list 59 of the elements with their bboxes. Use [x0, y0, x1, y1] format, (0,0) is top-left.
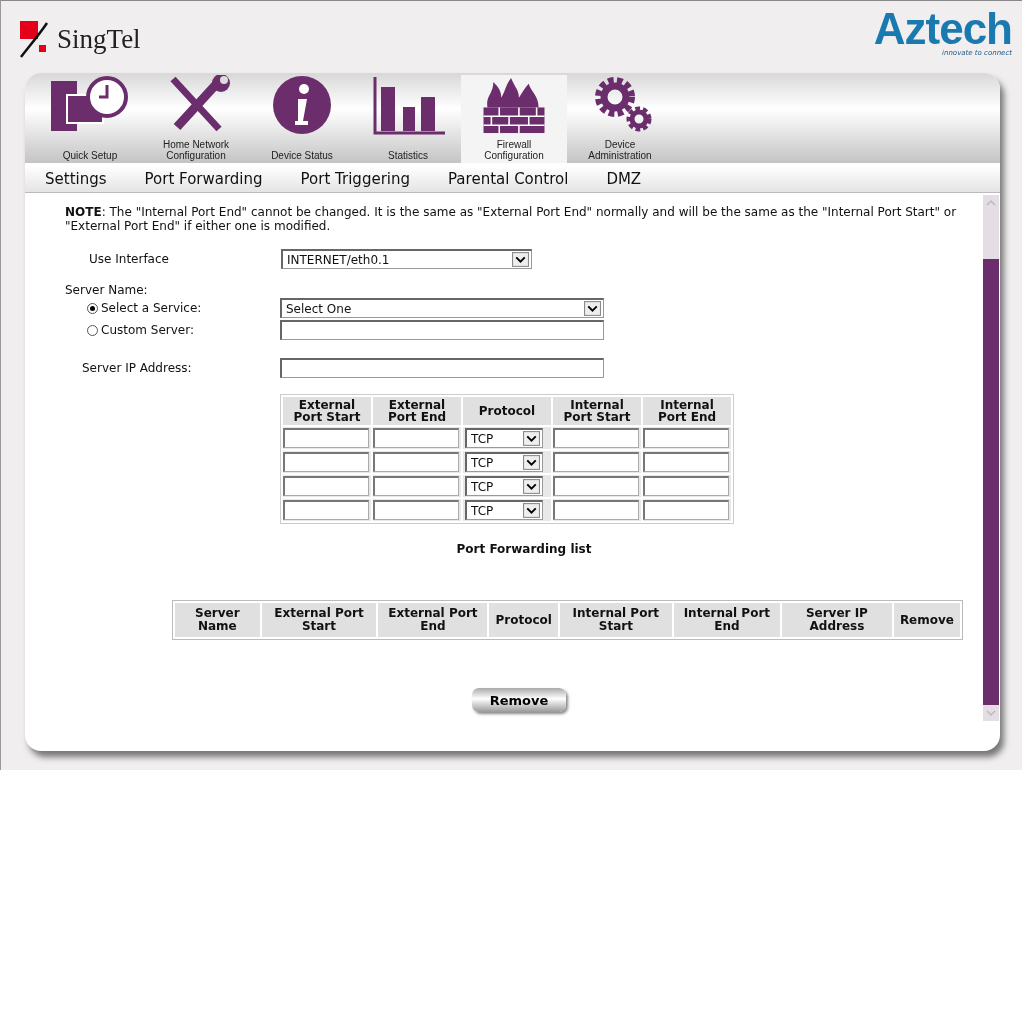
input-field[interactable]: [553, 452, 639, 472]
remove-button[interactable]: Remove: [472, 688, 566, 712]
protocol-select[interactable]: TCP: [465, 476, 543, 496]
input-field[interactable]: [373, 428, 459, 448]
main-tab[interactable]: Statistics: [355, 73, 461, 163]
sub-tab[interactable]: DMZ: [606, 170, 642, 188]
input-field[interactable]: [553, 500, 639, 520]
input-field[interactable]: [280, 358, 604, 378]
radio-option[interactable]: Select a Service:: [87, 301, 280, 315]
sub-tab[interactable]: Parental Control: [448, 170, 569, 188]
vendor-logo: Aztech: [873, 7, 1012, 51]
input-field[interactable]: [553, 476, 639, 496]
main-tab[interactable]: Firewall Configuration: [461, 75, 567, 163]
input-field[interactable]: [643, 428, 729, 448]
protocol-select[interactable]: TCP: [465, 428, 543, 448]
column-header: Server Name: [175, 603, 260, 637]
input-field[interactable]: [643, 500, 729, 520]
input-field[interactable]: [553, 428, 639, 448]
input-field[interactable]: [283, 476, 369, 496]
sub-tab[interactable]: Port Forwarding: [144, 170, 263, 188]
sub-tab[interactable]: Settings: [45, 170, 107, 188]
column-header: Internal Port End: [673, 603, 780, 637]
protocol-select[interactable]: TCP: [465, 500, 543, 520]
list-title: Port Forwarding list: [456, 542, 592, 556]
protocol-select[interactable]: TCP: [465, 452, 543, 472]
input-field[interactable]: [643, 452, 729, 472]
input-field[interactable]: [283, 452, 369, 472]
column-header: External Port Start: [283, 397, 371, 425]
column-header: Protocol: [463, 397, 551, 425]
interface-select[interactable]: INTERNET/eth0.1: [281, 249, 532, 269]
main-tab[interactable]: Device Status: [249, 73, 355, 163]
sub-tab[interactable]: Port Triggering: [300, 170, 410, 188]
note-text: NOTE: The "Internal Port End" cannot be changed. It is the same as "External Port End" normally and will be the same as the "Internal Port Start" or "External Port End" if either one is modified.: [65, 205, 958, 233]
main-tab[interactable]: Home Network Configuration: [143, 73, 249, 163]
singtel-logo-icon: [17, 19, 51, 59]
input-field[interactable]: [643, 476, 729, 496]
main-tab[interactable]: Device Administration: [567, 73, 673, 163]
column-header: External Port End: [378, 603, 488, 637]
column-header: Server IP Address: [781, 603, 892, 637]
input-field[interactable]: [283, 428, 369, 448]
input-field[interactable]: [283, 500, 369, 520]
brand-name: SingTel: [57, 23, 141, 55]
input-field[interactable]: [280, 320, 604, 340]
column-header: External Port End: [373, 397, 461, 425]
input-field[interactable]: [373, 500, 459, 520]
main-tab[interactable]: Quick Setup: [37, 73, 143, 163]
field-label: Server Name:: [65, 283, 149, 297]
column-header: Protocol: [489, 603, 558, 637]
column-header: Internal Port End: [643, 397, 731, 425]
column-header: Internal Port Start: [559, 603, 672, 637]
column-header: External Port Start: [261, 603, 377, 637]
field-label: Server IP Address:: [81, 361, 193, 375]
column-header: Internal Port Start: [553, 397, 641, 425]
input-field[interactable]: [373, 452, 459, 472]
service-select[interactable]: Select One: [280, 298, 604, 318]
column-header: Remove: [893, 603, 960, 637]
radio-option[interactable]: Custom Server:: [87, 323, 280, 337]
input-field[interactable]: [373, 476, 459, 496]
field-label: Use Interface: [88, 252, 170, 266]
